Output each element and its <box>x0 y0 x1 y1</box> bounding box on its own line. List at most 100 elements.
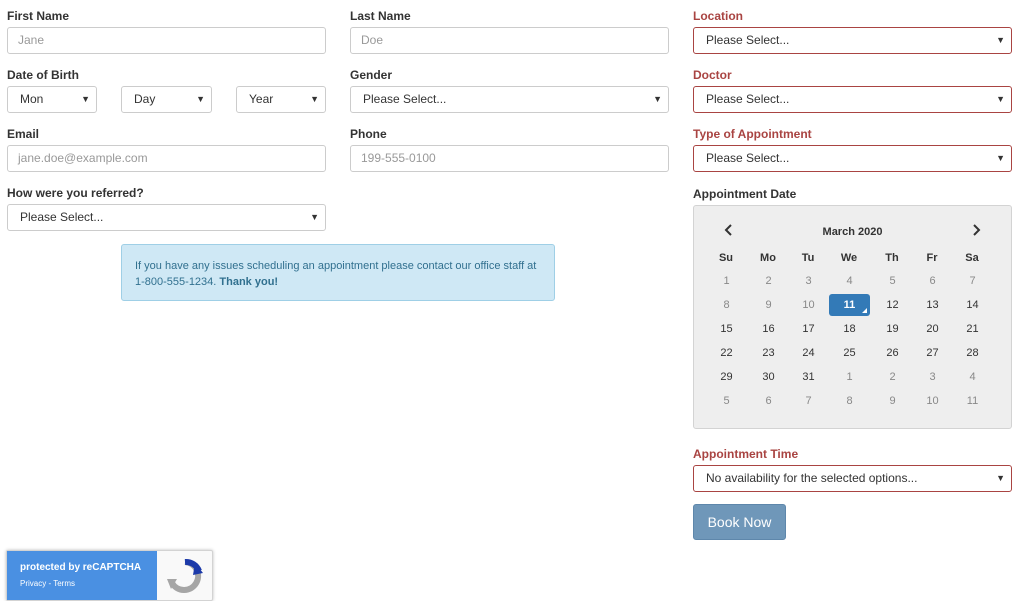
calendar-day[interactable]: 14 <box>952 294 993 316</box>
calendar-day[interactable]: 4 <box>829 270 870 292</box>
caret-down-icon: ▼ <box>996 35 1005 45</box>
calendar-day[interactable]: 12 <box>872 294 913 316</box>
recaptcha-text: protected by reCAPTCHA <box>20 562 142 573</box>
calendar-day[interactable]: 15 <box>706 318 747 340</box>
chevron-right-icon[interactable] <box>971 223 981 239</box>
location-select[interactable]: Please Select... ▼ <box>693 27 1012 54</box>
calendar-day[interactable]: 7 <box>952 270 993 292</box>
calendar-day[interactable]: 30 <box>748 366 789 388</box>
weekday-header: Su <box>718 252 734 264</box>
calendar-day[interactable]: 5 <box>872 270 913 292</box>
calendar-day[interactable]: 23 <box>748 342 789 364</box>
phone-label: Phone <box>350 127 387 141</box>
referred-value: Please Select... <box>20 210 104 224</box>
weekday-header: We <box>840 252 858 264</box>
alert-thank-you: Thank you! <box>219 276 279 288</box>
location-label: Location <box>693 9 743 23</box>
appointment-type-value: Please Select... <box>706 151 790 165</box>
referred-label: How were you referred? <box>7 186 144 200</box>
calendar-day[interactable]: 9 <box>872 390 913 412</box>
calendar-day[interactable]: 1 <box>706 270 747 292</box>
book-now-button[interactable]: Book Now <box>693 504 786 540</box>
weekday-header: Tu <box>801 252 815 264</box>
calendar-day[interactable]: 25 <box>829 342 870 364</box>
calendar-day[interactable]: 8 <box>706 294 747 316</box>
caret-down-icon: ▼ <box>996 473 1005 483</box>
calendar-day[interactable]: 2 <box>748 270 789 292</box>
calendar-day[interactable]: 4 <box>952 366 993 388</box>
last-name-input[interactable]: Doe <box>350 27 669 54</box>
calendar-day[interactable]: 1 <box>829 366 870 388</box>
gender-select[interactable]: Please Select... ▼ <box>350 86 669 113</box>
dob-year-select[interactable]: Year ▼ <box>236 86 326 113</box>
dob-month-select[interactable]: Mon ▼ <box>7 86 97 113</box>
appointment-time-label: Appointment Time <box>693 447 799 461</box>
recaptcha-links: Privacy - Terms <box>20 579 75 588</box>
calendar-day-selected[interactable]: 11 <box>829 294 870 316</box>
calendar-day[interactable]: 27 <box>912 342 953 364</box>
phone-input[interactable]: 199-555-0100 <box>350 145 669 172</box>
weekday-header: Th <box>885 252 899 264</box>
privacy-link[interactable]: Privacy <box>20 579 46 588</box>
dob-day-select[interactable]: Day ▼ <box>121 86 212 113</box>
calendar-day[interactable]: 24 <box>788 342 829 364</box>
info-alert: If you have any issues scheduling an app… <box>121 244 555 301</box>
gender-label: Gender <box>350 68 393 82</box>
calendar-day[interactable]: 22 <box>706 342 747 364</box>
calendar-day[interactable]: 8 <box>829 390 870 412</box>
doctor-select[interactable]: Please Select... ▼ <box>693 86 1012 113</box>
caret-down-icon: ▼ <box>996 153 1005 163</box>
calendar-day[interactable]: 26 <box>872 342 913 364</box>
calendar-day[interactable]: 16 <box>748 318 789 340</box>
appointment-date-label: Appointment Date <box>693 187 797 201</box>
calendar-day[interactable]: 18 <box>829 318 870 340</box>
calendar: March 2020 Su Mo Tu We Th Fr Sa 1 2 3 4 5 6 7 8 9 10 11 12… <box>693 205 1012 429</box>
email-label: Email <box>7 127 40 141</box>
calendar-day[interactable]: 10 <box>788 294 829 316</box>
calendar-day[interactable]: 9 <box>748 294 789 316</box>
appointment-time-value: No availability for the selected options… <box>706 471 918 485</box>
recaptcha-badge: protected by reCAPTCHA Privacy - Terms <box>6 550 213 601</box>
caret-down-icon: ▼ <box>996 94 1005 104</box>
calendar-day[interactable]: 10 <box>912 390 953 412</box>
calendar-day[interactable]: 2 <box>872 366 913 388</box>
terms-link[interactable]: Terms <box>53 579 75 588</box>
calendar-day[interactable]: 20 <box>912 318 953 340</box>
calendar-day[interactable]: 5 <box>706 390 747 412</box>
calendar-day[interactable]: 3 <box>912 366 953 388</box>
caret-down-icon: ▼ <box>81 94 90 104</box>
calendar-day[interactable]: 6 <box>912 270 953 292</box>
referred-select[interactable]: Please Select... ▼ <box>7 204 326 231</box>
email-input[interactable]: jane.doe@example.com <box>7 145 326 172</box>
dob-year-value: Year <box>249 92 274 106</box>
location-value: Please Select... <box>706 33 790 47</box>
appointment-type-select[interactable]: Please Select... ▼ <box>693 145 1012 172</box>
weekday-header: Mo <box>760 252 776 264</box>
calendar-day[interactable]: 13 <box>912 294 953 316</box>
first-name-input[interactable]: Jane <box>7 27 326 54</box>
weekday-header: Fr <box>926 252 938 264</box>
calendar-day[interactable]: 19 <box>872 318 913 340</box>
calendar-day[interactable]: 29 <box>706 366 747 388</box>
caret-down-icon: ▼ <box>196 94 205 104</box>
calendar-day[interactable]: 17 <box>788 318 829 340</box>
dob-month-value: Mon <box>20 92 44 106</box>
appointment-time-select[interactable]: No availability for the selected options… <box>693 465 1012 492</box>
first-name-label: First Name <box>7 9 70 23</box>
caret-down-icon: ▼ <box>310 212 319 222</box>
gender-value: Please Select... <box>363 92 447 106</box>
calendar-day[interactable]: 11 <box>952 390 993 412</box>
calendar-day[interactable]: 3 <box>788 270 829 292</box>
calendar-day[interactable]: 31 <box>788 366 829 388</box>
calendar-day[interactable]: 7 <box>788 390 829 412</box>
calendar-day[interactable]: 6 <box>748 390 789 412</box>
weekday-header: Sa <box>965 252 979 264</box>
dob-day-value: Day <box>134 92 156 106</box>
last-name-label: Last Name <box>350 9 411 23</box>
doctor-label: Doctor <box>693 68 732 82</box>
caret-down-icon: ▼ <box>653 94 662 104</box>
calendar-month-title: March 2020 <box>822 226 883 238</box>
calendar-day[interactable]: 28 <box>952 342 993 364</box>
calendar-day[interactable]: 21 <box>952 318 993 340</box>
caret-down-icon: ▼ <box>310 94 319 104</box>
